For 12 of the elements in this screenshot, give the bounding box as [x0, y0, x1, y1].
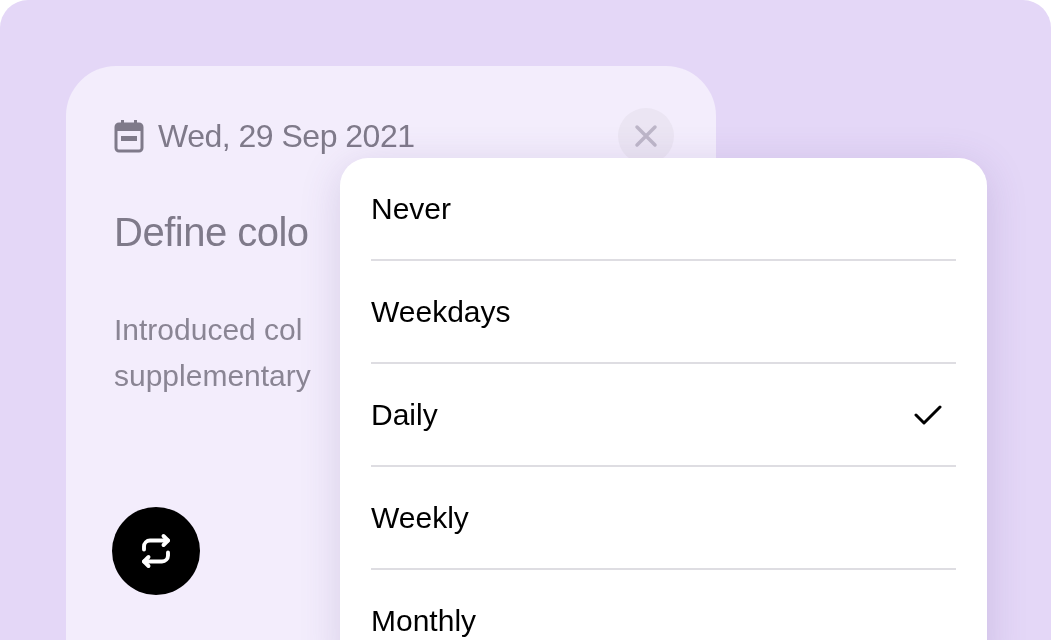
description-text: supplementary: [114, 358, 311, 394]
date-text: Wed, 29 Sep 2021: [158, 117, 415, 155]
menu-option[interactable]: Monthly: [371, 570, 956, 640]
calendar-icon: [114, 119, 144, 153]
task-title: Define colo: [114, 210, 309, 255]
menu-option[interactable]: Never: [371, 158, 956, 261]
menu-option[interactable]: Daily: [371, 364, 956, 467]
close-icon: [634, 124, 658, 148]
description-text: Introduced col: [114, 312, 303, 348]
checkmark-icon: [914, 403, 942, 426]
menu-option[interactable]: Weekly: [371, 467, 956, 570]
menu-option[interactable]: Weekdays: [371, 261, 956, 364]
